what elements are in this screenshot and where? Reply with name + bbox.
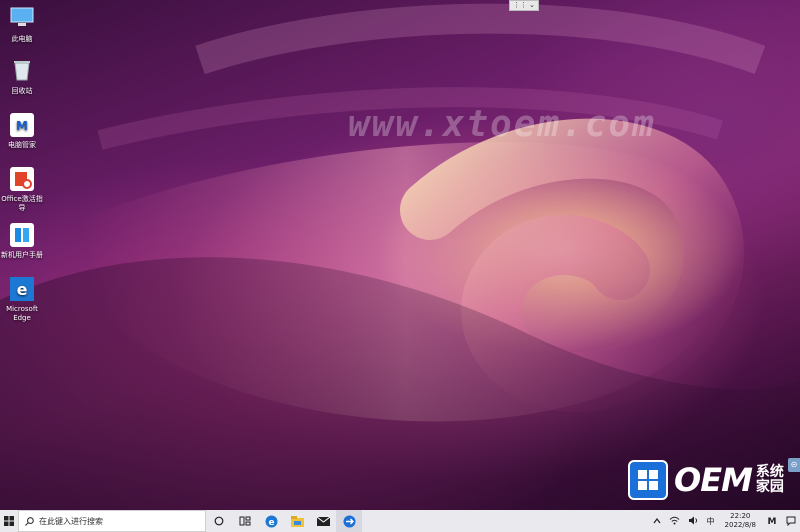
system-tray: 中 22:20 2022/8/8 M: [649, 510, 800, 532]
search-placeholder: 在此键入进行搜索: [39, 516, 103, 526]
desktop-icon-label: 此电脑: [11, 35, 33, 43]
svg-text:e: e: [268, 518, 274, 528]
svg-text:e: e: [17, 280, 28, 299]
edge-icon: e: [265, 515, 277, 528]
pc-manager-icon: M: [768, 517, 777, 527]
notification-center-button[interactable]: [782, 510, 800, 532]
start-button[interactable]: [0, 510, 18, 532]
watermark-text: www.xtoem.com: [348, 104, 656, 145]
speaker-icon: [688, 516, 697, 524]
pc-manager-icon: M: [9, 112, 35, 138]
desktop-icon-this-pc[interactable]: 此电脑: [0, 6, 44, 44]
remote-icon: [343, 515, 355, 527]
file-explorer-icon: [290, 515, 304, 527]
desktop-icon-label: Office激活指导: [1, 195, 43, 212]
windows-start-icon: [4, 516, 14, 526]
taskbar-remote-button[interactable]: [336, 510, 362, 532]
desktop-icon-office[interactable]: Office激活指导: [0, 166, 44, 213]
task-view-icon: [239, 516, 251, 526]
desktop-icon-edge[interactable]: e Microsoft Edge: [0, 276, 44, 323]
side-remote-button[interactable]: ⊝: [788, 458, 800, 472]
clock-time: 22:20: [730, 512, 751, 520]
desktop-icon-label: 回收站: [11, 87, 33, 95]
tray-pc-manager-button[interactable]: M: [762, 515, 782, 527]
taskbar-search-box[interactable]: 在此键入进行搜索: [18, 510, 206, 532]
mail-icon: [316, 516, 330, 526]
cortana-button[interactable]: [206, 510, 232, 532]
taskbar-mail-button[interactable]: [310, 510, 336, 532]
volume-button[interactable]: [684, 516, 703, 527]
desktop-wallpaper: www.xtoem.com: [0, 0, 800, 510]
oem-brand-logo: OEM 系统家园: [628, 460, 786, 500]
desktop-icon-user-manual[interactable]: 新机用户手册: [0, 222, 44, 260]
notification-icon: [786, 516, 796, 526]
edge-icon: e: [9, 276, 35, 302]
show-hidden-icons-button[interactable]: [649, 517, 665, 526]
oem-brand-text: OEM: [674, 461, 753, 499]
clock-date: 2022/8/8: [724, 521, 756, 529]
svg-text:M: M: [768, 517, 777, 525]
network-button[interactable]: [665, 516, 684, 527]
taskbar-file-explorer-button[interactable]: [284, 510, 310, 532]
remote-control-bar[interactable]: ⋮⋮ ⌄: [509, 0, 539, 11]
desktop-icon-label: 新机用户手册: [1, 251, 43, 259]
desktop-icon-pc-manager[interactable]: M 电脑管家: [0, 112, 44, 150]
oem-brand-cn: 系统家园: [755, 464, 784, 495]
computer-icon: [9, 6, 35, 32]
desktop-icon-label: Microsoft Edge: [6, 305, 38, 322]
clock[interactable]: 22:20 2022/8/8: [719, 512, 762, 530]
recycle-bin-icon: [9, 58, 35, 84]
swirl-art: [0, 3, 800, 510]
chevron-up-icon: [653, 517, 661, 523]
task-view-button[interactable]: [232, 510, 258, 532]
svg-text:M: M: [16, 119, 28, 133]
search-icon: [25, 516, 34, 526]
wifi-icon: [669, 516, 679, 524]
desktop-icon-recycle-bin[interactable]: 回收站: [0, 58, 44, 96]
user-manual-icon: [9, 222, 35, 248]
desktop-icon-label: 电脑管家: [8, 141, 36, 149]
office-icon: [9, 166, 35, 192]
windows-logo-icon: [628, 460, 668, 500]
cortana-circle-icon: [214, 516, 224, 526]
taskbar-edge-button[interactable]: e: [258, 510, 284, 532]
taskbar: 在此键入进行搜索 e 中 22:20 2022/8/8 M: [0, 510, 800, 532]
ime-indicator[interactable]: 中: [703, 516, 719, 527]
